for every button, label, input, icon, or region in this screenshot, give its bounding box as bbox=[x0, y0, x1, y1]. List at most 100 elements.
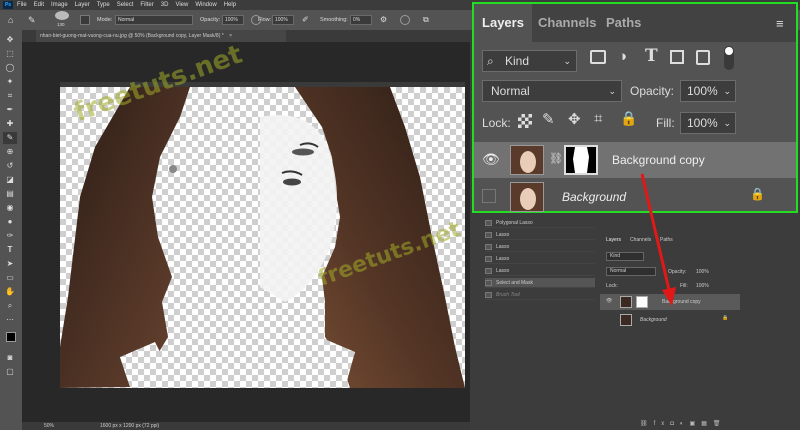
panel-menu-icon[interactable]: ≡ bbox=[776, 16, 784, 31]
airbrush-icon[interactable]: ✐ bbox=[302, 14, 309, 26]
foreground-color-swatch[interactable] bbox=[6, 332, 16, 342]
tab-channels[interactable]: Channels bbox=[538, 4, 597, 42]
layer-thumbnail-image bbox=[511, 146, 543, 174]
smart-object-filter-icon[interactable] bbox=[696, 50, 710, 65]
menu-type[interactable]: Type bbox=[97, 0, 110, 10]
lock-all-icon[interactable]: 🔒 bbox=[620, 110, 637, 127]
blend-mode-select[interactable]: Normal ⌄ bbox=[482, 80, 622, 102]
menu-help[interactable]: Help bbox=[224, 0, 236, 10]
shape-filter-icon[interactable] bbox=[670, 50, 684, 64]
history-item[interactable]: Lasso bbox=[485, 254, 595, 264]
small-opacity-value[interactable]: 100% bbox=[696, 269, 709, 275]
small-layer-row[interactable]: Background 🔒 bbox=[600, 312, 740, 328]
filter-toggle[interactable] bbox=[724, 46, 734, 70]
blur-tool-icon[interactable]: ◉ bbox=[3, 202, 17, 214]
layer-thumbnail bbox=[510, 145, 544, 175]
zoom-tool-icon[interactable]: ⌕ bbox=[3, 300, 17, 312]
eraser-tool-icon[interactable]: ◪ bbox=[3, 174, 17, 186]
marquee-tool-icon[interactable]: ⬚ bbox=[3, 48, 17, 60]
menu-select[interactable]: Select bbox=[117, 0, 134, 10]
brush-tool-icon[interactable]: ✎ bbox=[28, 14, 36, 26]
small-layer-footer-icons[interactable]: ⛓fx◘◐▣▦🗑 bbox=[640, 420, 740, 428]
filter-toggle-knob bbox=[725, 47, 733, 55]
history-item[interactable]: Lasso bbox=[485, 242, 595, 252]
menu-window[interactable]: Window bbox=[195, 0, 216, 10]
history-item-undone[interactable]: Brush Tool bbox=[485, 290, 595, 300]
menu-edit[interactable]: Edit bbox=[34, 0, 44, 10]
shape-tool-icon[interactable]: ▭ bbox=[3, 272, 17, 284]
history-item-label: Lasso bbox=[496, 268, 510, 274]
stamp-tool-icon[interactable]: ⊕ bbox=[3, 146, 17, 158]
eyedropper-tool-icon[interactable]: ✒ bbox=[3, 104, 17, 116]
image-filter-icon[interactable] bbox=[590, 50, 606, 64]
quick-select-tool-icon[interactable]: ✦ bbox=[3, 76, 17, 88]
chevron-down-icon: ⌄ bbox=[723, 118, 731, 128]
history-item-icon bbox=[485, 243, 492, 250]
type-tool-icon[interactable]: T bbox=[3, 244, 17, 256]
small-eye-icon[interactable]: 👁 bbox=[606, 298, 612, 304]
smoothing-options-icon[interactable]: ⚙ bbox=[380, 14, 387, 26]
link-chain-icon[interactable]: ⛓ bbox=[549, 152, 563, 165]
mode-select[interactable]: Normal bbox=[115, 15, 193, 25]
lock-artboard-icon[interactable]: ⌗ bbox=[594, 110, 602, 127]
history-item[interactable]: Polygonal Lasso bbox=[485, 218, 595, 228]
brush-tool-icon-active[interactable]: ✎ bbox=[3, 132, 17, 144]
opacity-field[interactable]: 100% ⌄ bbox=[680, 80, 736, 102]
history-item-selected[interactable]: Select and Mask bbox=[485, 278, 595, 288]
smoothing-field[interactable]: 0% bbox=[350, 15, 372, 25]
tab-layers[interactable]: Layers bbox=[474, 4, 532, 42]
history-brush-icon[interactable]: ↺ bbox=[3, 160, 17, 172]
home-icon[interactable]: ⌂ bbox=[8, 14, 13, 26]
zoom-level[interactable]: 50% bbox=[44, 422, 54, 430]
fill-value: 100% bbox=[687, 116, 718, 130]
lock-position-icon[interactable]: ✥ bbox=[568, 110, 581, 128]
move-tool-icon[interactable]: ✥ bbox=[3, 34, 17, 46]
kind-filter-select[interactable]: ⌕ Kind ⌄ bbox=[482, 50, 577, 72]
hand-tool-icon[interactable]: ✋ bbox=[3, 286, 17, 298]
lock-pixels-icon[interactable]: ✎ bbox=[542, 110, 555, 128]
small-tab-layers[interactable]: Layers bbox=[606, 237, 621, 243]
history-item-label: Lasso bbox=[496, 244, 510, 250]
small-fill-value[interactable]: 100% bbox=[696, 283, 709, 289]
opacity-field[interactable]: 100% bbox=[222, 15, 244, 25]
flow-field[interactable]: 100% bbox=[272, 15, 294, 25]
small-kind-label: Kind bbox=[610, 253, 621, 259]
menu-3d[interactable]: 3D bbox=[161, 0, 169, 10]
layer-mask-thumbnail[interactable] bbox=[564, 145, 598, 175]
path-select-icon[interactable]: ➤ bbox=[3, 258, 17, 270]
fill-field[interactable]: 100% ⌄ bbox=[680, 112, 736, 134]
history-item-icon bbox=[485, 231, 492, 238]
pressure-size-icon[interactable] bbox=[400, 15, 410, 25]
menu-filter[interactable]: Filter bbox=[140, 0, 153, 10]
brush-panel-icon[interactable] bbox=[80, 15, 90, 25]
lasso-tool-icon[interactable]: ◯ bbox=[3, 62, 17, 74]
layer-name: Background copy bbox=[612, 153, 705, 167]
healing-tool-icon[interactable]: ✚ bbox=[3, 118, 17, 130]
tab-paths[interactable]: Paths bbox=[606, 4, 641, 42]
history-item[interactable]: Lasso bbox=[485, 266, 595, 276]
menu-image[interactable]: Image bbox=[51, 0, 68, 10]
layer-lock-icon: 🔒 bbox=[750, 187, 765, 201]
type-filter-icon[interactable]: T bbox=[645, 46, 658, 66]
visibility-toggle-empty[interactable] bbox=[482, 189, 496, 203]
dodge-tool-icon[interactable]: ● bbox=[3, 216, 17, 228]
tab-close-icon[interactable]: × bbox=[229, 33, 232, 39]
gradient-tool-icon[interactable]: ▤ bbox=[3, 188, 17, 200]
history-item-icon bbox=[485, 219, 492, 226]
red-arrow-annotation bbox=[640, 173, 676, 306]
menu-layer[interactable]: Layer bbox=[75, 0, 90, 10]
history-item[interactable]: Lasso bbox=[485, 230, 595, 240]
visibility-eye-icon[interactable]: 👁 bbox=[482, 151, 500, 168]
more-tools-icon[interactable]: ⋯ bbox=[3, 314, 17, 326]
document-tab[interactable]: nhan-biet-guong-mat-vuong-cua-nu.jpg @ 5… bbox=[36, 30, 286, 42]
small-lock-icon: 🔒 bbox=[722, 315, 729, 321]
lock-transparent-icon[interactable] bbox=[518, 114, 532, 128]
menu-view[interactable]: View bbox=[175, 0, 188, 10]
screen-mode-icon[interactable]: ▢ bbox=[3, 366, 17, 378]
adjustment-filter-icon[interactable]: ◑ bbox=[618, 48, 627, 65]
menu-file[interactable]: File bbox=[17, 0, 27, 10]
symmetry-icon[interactable]: ⧉ bbox=[423, 14, 429, 26]
pen-tool-icon[interactable]: ✑ bbox=[3, 230, 17, 242]
quick-mask-icon[interactable]: ◙ bbox=[3, 352, 17, 364]
crop-tool-icon[interactable]: ⌗ bbox=[3, 90, 17, 102]
